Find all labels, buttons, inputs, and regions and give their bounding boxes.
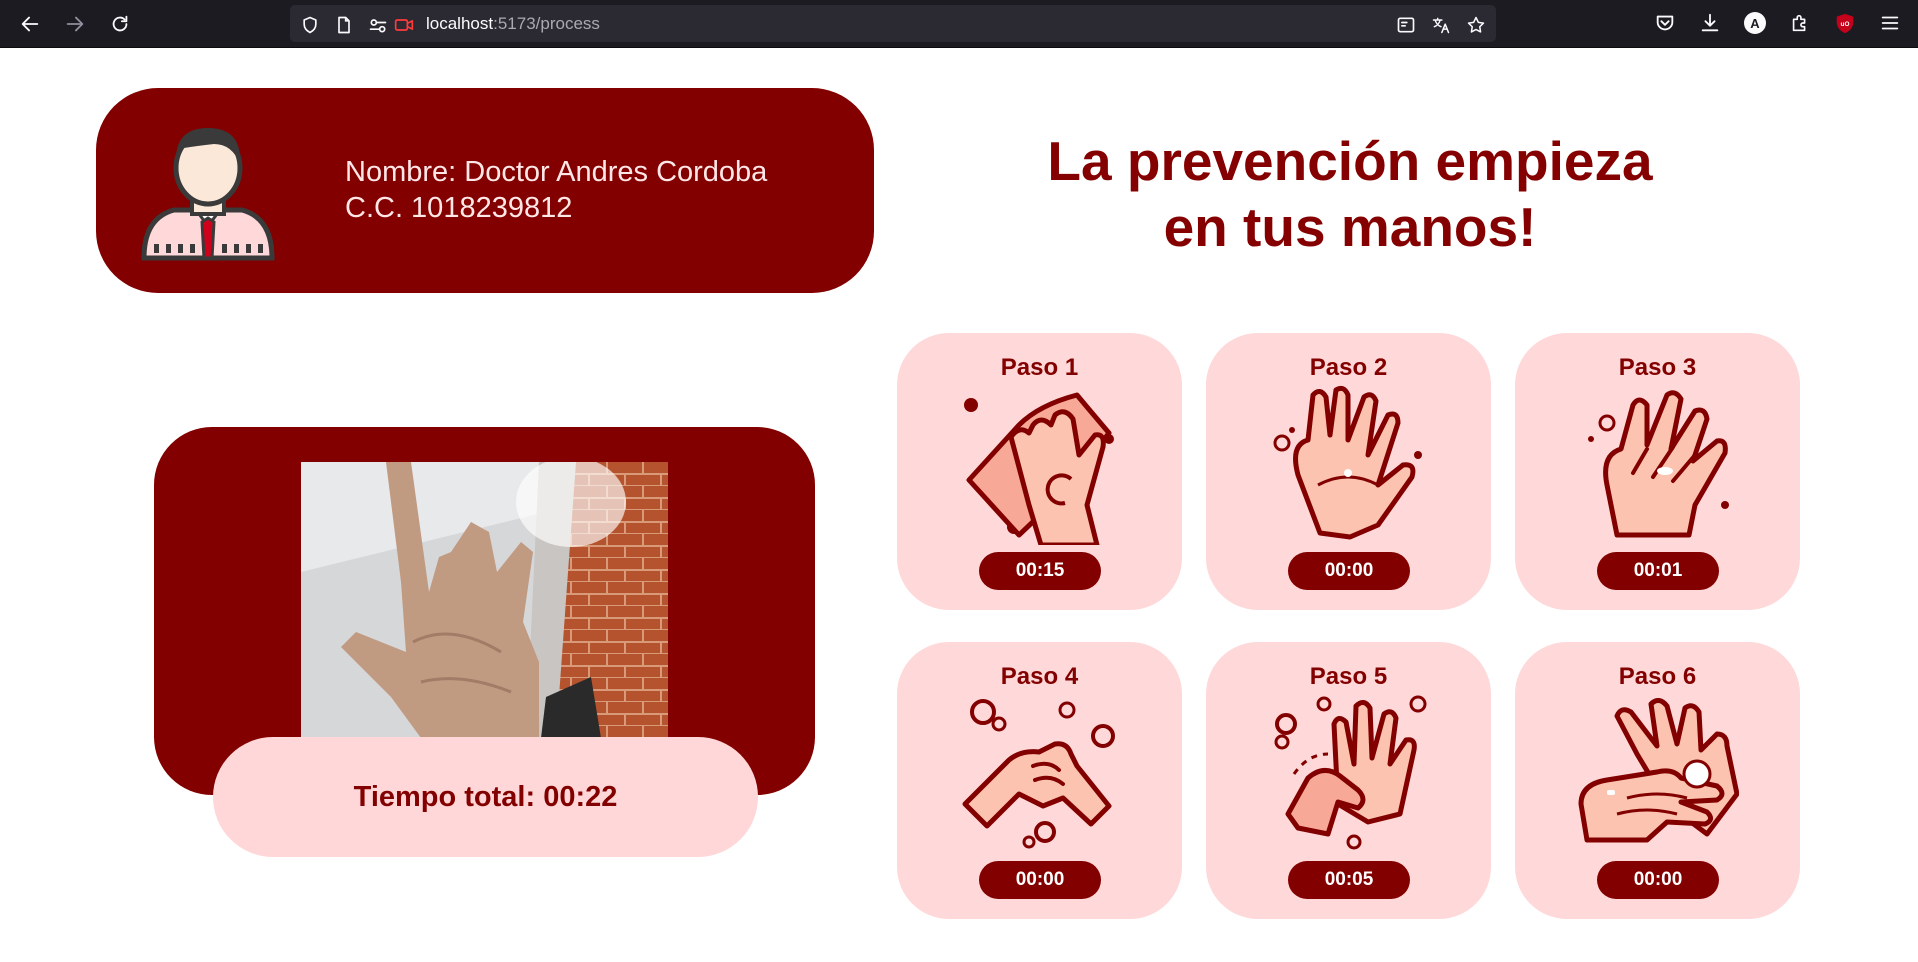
- step-timer: 00:05: [1288, 861, 1410, 899]
- hands-back-rub-icon: [1273, 385, 1422, 540]
- reload-button[interactable]: [105, 9, 135, 39]
- extensions-button[interactable]: [1787, 10, 1813, 36]
- step-timer: 00:00: [1288, 552, 1410, 590]
- total-time-label: Tiempo total: 00:22: [353, 780, 618, 813]
- doctor-avatar-icon: [141, 128, 275, 261]
- hands-fingertips-rub-icon: [1578, 698, 1739, 843]
- address-bar[interactable]: localhost:5173/process: [290, 5, 1496, 42]
- webcam-feed: [301, 462, 668, 738]
- process-page: Nombre: Doctor Andres Cordoba C.C. 10182…: [0, 48, 1918, 962]
- ublock-button[interactable]: uO: [1832, 10, 1858, 36]
- pocket-icon: [1656, 15, 1674, 31]
- doctor-name: Nombre: Doctor Andres Cordoba: [345, 156, 768, 188]
- step-card-5: Paso 5 00:05: [1206, 642, 1491, 919]
- step-timer: 00:00: [979, 861, 1101, 899]
- hands-palm-to-palm-icon: [964, 392, 1114, 545]
- forward-button[interactable]: [60, 9, 90, 39]
- browser-toolbar: localhost:5173/process A uO: [0, 0, 1918, 48]
- ublock-icon: uO: [1836, 13, 1854, 34]
- step-title: Paso 6: [1618, 663, 1697, 690]
- star-icon[interactable]: [1466, 15, 1486, 35]
- headline-line-2: en tus manos!: [1163, 196, 1537, 258]
- pocket-button[interactable]: [1652, 10, 1678, 36]
- hands-thumb-rub-icon: [1274, 695, 1427, 850]
- svg-text:uO: uO: [1841, 21, 1850, 28]
- downloads-button[interactable]: [1697, 10, 1723, 36]
- page-icon[interactable]: [334, 15, 354, 35]
- step-card-1: Paso 1 00:15: [897, 333, 1182, 610]
- step-title: Paso 4: [1000, 663, 1079, 690]
- reader-view-icon[interactable]: [1396, 15, 1416, 35]
- step-title: Paso 5: [1309, 663, 1388, 690]
- menu-button[interactable]: [1877, 10, 1903, 36]
- back-button[interactable]: [15, 9, 45, 39]
- step-card-3: Paso 3 00:01: [1515, 333, 1800, 610]
- account-button[interactable]: A: [1742, 10, 1768, 36]
- step-card-6: Paso 6 00:00: [1515, 642, 1800, 919]
- puzzle-icon: [1792, 14, 1806, 32]
- hands-interlaced-icon: [1588, 390, 1729, 538]
- account-avatar-icon: A: [1744, 12, 1766, 34]
- url-path: :5173/process: [493, 14, 600, 33]
- forward-arrow-icon: [66, 16, 84, 32]
- headline-line-1: La prevención empieza: [1047, 130, 1653, 192]
- url-text[interactable]: localhost:5173/process: [426, 5, 600, 42]
- hands-interlocked-fingers-icon: [962, 699, 1115, 849]
- account-initial: A: [1750, 15, 1760, 31]
- step-timer: 00:15: [979, 552, 1101, 590]
- hamburger-menu-icon: [1881, 16, 1899, 30]
- step-timer: 00:00: [1597, 861, 1719, 899]
- step-card-4: Paso 4 00:00: [897, 642, 1182, 919]
- reload-icon: [112, 15, 128, 32]
- camera-icon[interactable]: [394, 15, 414, 35]
- webcam-frame-image: [301, 462, 668, 738]
- step-timer: 00:01: [1597, 552, 1719, 590]
- step-card-2: Paso 2 00:00: [1206, 333, 1491, 610]
- profile-card: Nombre: Doctor Andres Cordoba C.C. 10182…: [96, 88, 874, 293]
- headline: La prevención empieza en tus manos!: [950, 128, 1750, 260]
- doctor-id: C.C. 1018239812: [345, 192, 573, 224]
- shield-icon[interactable]: [300, 15, 320, 35]
- download-icon: [1701, 13, 1719, 32]
- step-title: Paso 1: [1000, 354, 1079, 381]
- step-title: Paso 3: [1618, 354, 1697, 381]
- translate-icon[interactable]: [1431, 15, 1451, 35]
- permissions-icon[interactable]: [368, 15, 388, 35]
- total-time-pill: Tiempo total: 00:22: [213, 737, 758, 857]
- url-host: localhost: [426, 14, 494, 33]
- profile-info: Nombre: Doctor Andres Cordoba C.C. 10182…: [345, 154, 767, 226]
- step-title: Paso 2: [1309, 354, 1388, 381]
- back-arrow-icon: [21, 16, 39, 32]
